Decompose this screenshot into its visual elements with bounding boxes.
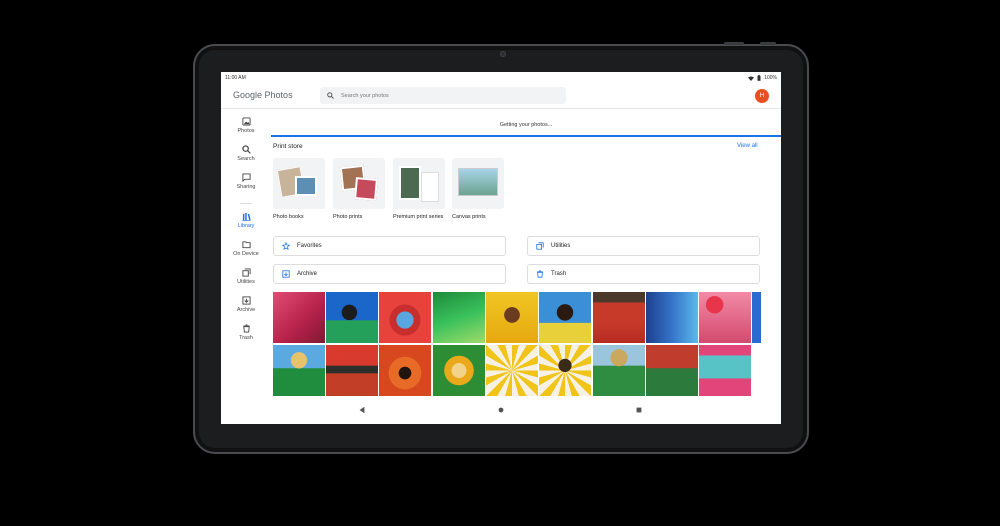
sidebar-item-utilities[interactable]: Utilities [221,268,271,285]
photo-thumbnail[interactable] [593,292,645,343]
utilities-icon [241,268,251,277]
logo-photos: Photos [264,90,293,100]
photo-grid [273,292,761,396]
photo-thumbnail[interactable] [433,345,485,396]
app-bar: Google Photos Search your photos H [221,84,781,108]
sidebar-item-on-device[interactable]: On Device [221,240,271,257]
photo-prints-thumbnail [333,158,385,209]
photo-thumbnail[interactable] [699,292,751,343]
premium-print-thumbnail [393,158,445,209]
star-icon [282,242,290,250]
print-item-label: Canvas prints [452,214,486,220]
print-item-photo-prints[interactable]: Photo prints [333,158,385,221]
print-item-photo-books[interactable]: Photo books [273,158,325,221]
print-item-premium-print-series[interactable]: Premium print series [393,158,445,221]
card-label: Archive [297,271,318,277]
search-icon [327,92,334,99]
photo-thumbnail[interactable] [326,292,378,343]
photo-thumbnail[interactable] [433,292,485,343]
sidebar-item-archive[interactable]: Archive [221,296,271,313]
account-avatar[interactable]: H [755,89,769,103]
sidebar-item-label: Library [237,223,255,229]
trash-icon [242,324,250,333]
sidebar-item-label: On Device [233,251,259,257]
folder-icon [241,241,251,249]
sidebar-item-label: Archive [236,307,256,313]
view-all-link[interactable]: View all [737,143,758,149]
print-item-label: Photo prints [333,214,363,220]
tablet-screen: 11:00 AM 100% Google Photos Search your … [221,72,781,424]
utilities-icon [536,242,544,250]
sidebar-divider [240,203,252,204]
front-camera [500,51,506,57]
search-icon [241,145,251,154]
sidebar-item-photos[interactable]: Photos [221,117,271,134]
photo-thumbnail[interactable] [273,345,325,396]
photo-thumbnail[interactable] [752,292,761,343]
sidebar-item-sharing[interactable]: Sharing [221,173,271,190]
photo-thumbnail[interactable] [646,292,698,343]
logo-google: Google [233,90,263,100]
photo-thumbnail[interactable] [326,345,378,396]
power-button [760,42,776,45]
photo-thumbnail[interactable] [539,345,591,396]
sidebar-item-library[interactable]: Library [221,212,271,229]
print-store-title: Print store [273,143,303,150]
trash-card[interactable]: Trash [527,264,760,284]
photo-thumbnail[interactable] [486,345,538,396]
favorites-card[interactable]: Favorites [273,236,506,256]
card-label: Utilities [551,243,571,249]
sidebar-item-trash[interactable]: Trash [221,324,271,341]
recents-icon[interactable] [635,406,643,414]
utilities-card[interactable]: Utilities [527,236,760,256]
photo-thumbnail[interactable] [593,345,645,396]
status-time: 11:00 AM [225,75,246,81]
search-bar[interactable]: Search your photos [320,87,566,104]
header-divider [221,108,781,109]
wifi-icon [748,76,755,81]
battery-icon [757,75,761,81]
sidebar-item-label: Utilities [237,279,255,285]
chat-icon [241,173,251,182]
photo-thumbnail[interactable] [646,345,698,396]
card-label: Trash [551,271,567,277]
photo-thumbnail[interactable] [379,292,431,343]
photo-icon [241,117,251,126]
sidebar-item-label: Sharing [236,184,256,190]
archive-card[interactable]: Archive [273,264,506,284]
back-icon[interactable] [358,406,366,414]
canvas-prints-thumbnail [452,158,504,209]
status-bar: 11:00 AM 100% [221,72,781,84]
loading-status: Getting your photos... [499,122,553,128]
progress-bar [271,135,781,137]
archive-icon [241,296,251,305]
photo-books-thumbnail [273,158,325,209]
status-battery: 100% [764,75,777,81]
archive-icon [282,270,290,278]
photo-thumbnail[interactable] [486,292,538,343]
trash-icon [537,270,543,278]
search-placeholder: Search your photos [341,92,389,99]
photo-thumbnail[interactable] [273,292,325,343]
photo-thumbnail[interactable] [699,345,751,396]
photo-thumbnail[interactable] [379,345,431,396]
home-icon[interactable] [497,406,505,414]
sidebar-item-label: Search [237,156,255,162]
sidebar-item-label: Trash [239,335,253,341]
volume-button [724,42,744,45]
sidebar-item-label: Photos [237,128,255,134]
library-icon [241,212,251,221]
system-nav-bar [221,400,781,424]
photo-thumbnail[interactable] [539,292,591,343]
print-item-label: Premium print series [393,214,444,220]
card-label: Favorites [297,243,322,249]
print-item-canvas-prints[interactable]: Canvas prints [452,158,504,221]
sidebar-item-search[interactable]: Search [221,145,271,162]
google-photos-logo[interactable]: Google Photos [233,90,293,100]
sidebar: Photos Search Sharing Library On Device … [221,109,271,394]
print-item-label: Photo books [273,214,304,220]
